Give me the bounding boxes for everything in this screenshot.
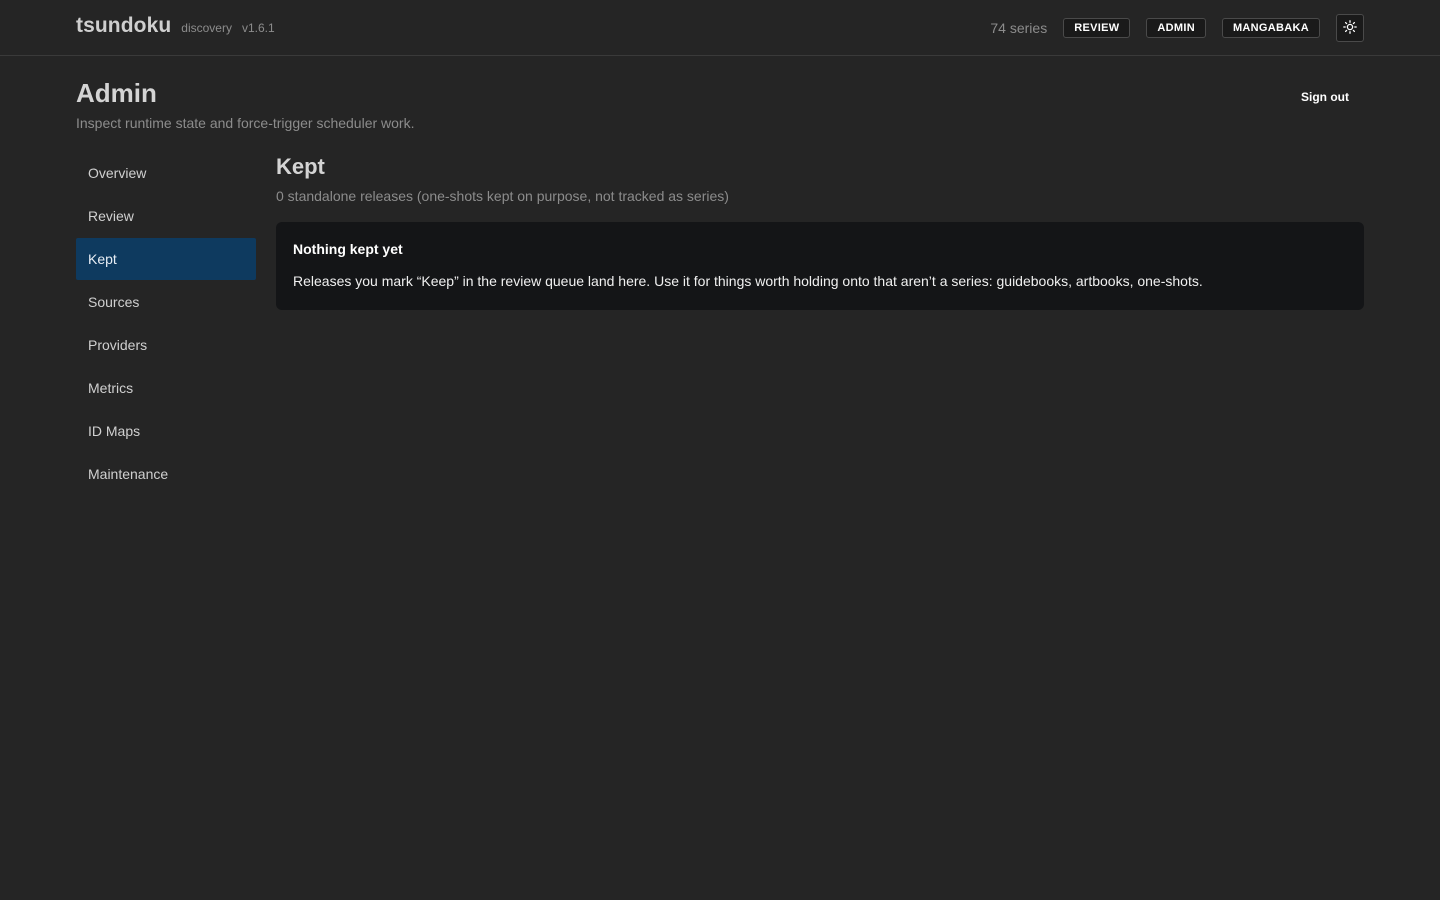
empty-state-card: Nothing kept yet Releases you mark “Keep… <box>276 222 1364 310</box>
section-subtitle: 0 standalone releases (one-shots kept on… <box>276 188 729 204</box>
sidebar-item-id-maps[interactable]: ID Maps <box>76 410 256 452</box>
mangabaka-button[interactable]: MANGABAKA <box>1221 18 1320 38</box>
page-subtitle: Inspect runtime state and force-trigger … <box>76 115 415 131</box>
top-nav: 74 series REVIEW ADMIN MANGABAKA <box>990 14 1364 42</box>
admin-button[interactable]: ADMIN <box>1146 18 1206 38</box>
review-button[interactable]: REVIEW <box>1063 18 1131 38</box>
sidebar-item-label: ID Maps <box>88 423 141 439</box>
brand-name: tsundoku <box>76 14 172 37</box>
sign-out-button[interactable]: Sign out <box>1301 90 1349 104</box>
sidebar-item-label: Metrics <box>88 380 134 396</box>
sidebar-item-label: Overview <box>88 165 147 181</box>
sidebar-item-review[interactable]: Review <box>76 195 256 237</box>
sidebar-item-sources[interactable]: Sources <box>76 281 256 323</box>
empty-state-body: Releases you mark “Keep” in the review q… <box>293 273 1203 289</box>
sidebar-item-label: Kept <box>88 251 117 267</box>
brand[interactable]: tsundoku discovery v1.6.1 <box>76 14 275 38</box>
main-content: Kept 0 standalone releases (one-shots ke… <box>276 154 1364 310</box>
admin-sidebar: Overview Review Kept Sources Providers M… <box>76 152 256 496</box>
brand-tag: discovery <box>181 21 232 35</box>
top-bar: tsundoku discovery v1.6.1 74 series REVI… <box>0 0 1440 56</box>
sidebar-item-label: Maintenance <box>88 466 169 482</box>
sun-icon <box>1343 19 1357 37</box>
page-title: Admin <box>76 78 157 108</box>
sidebar-item-label: Review <box>88 208 134 224</box>
sidebar-item-label: Sources <box>88 294 140 310</box>
sidebar-item-maintenance[interactable]: Maintenance <box>76 453 256 495</box>
sidebar-item-providers[interactable]: Providers <box>76 324 256 366</box>
sidebar-item-metrics[interactable]: Metrics <box>76 367 256 409</box>
section-title: Kept <box>276 154 325 179</box>
empty-state-title: Nothing kept yet <box>293 241 403 257</box>
series-count: 74 series <box>990 20 1048 36</box>
sidebar-item-overview[interactable]: Overview <box>76 152 256 194</box>
theme-toggle-button[interactable] <box>1336 14 1364 42</box>
sidebar-item-label: Providers <box>88 337 148 353</box>
app-version: v1.6.1 <box>241 21 275 35</box>
sidebar-item-kept[interactable]: Kept <box>76 238 256 280</box>
